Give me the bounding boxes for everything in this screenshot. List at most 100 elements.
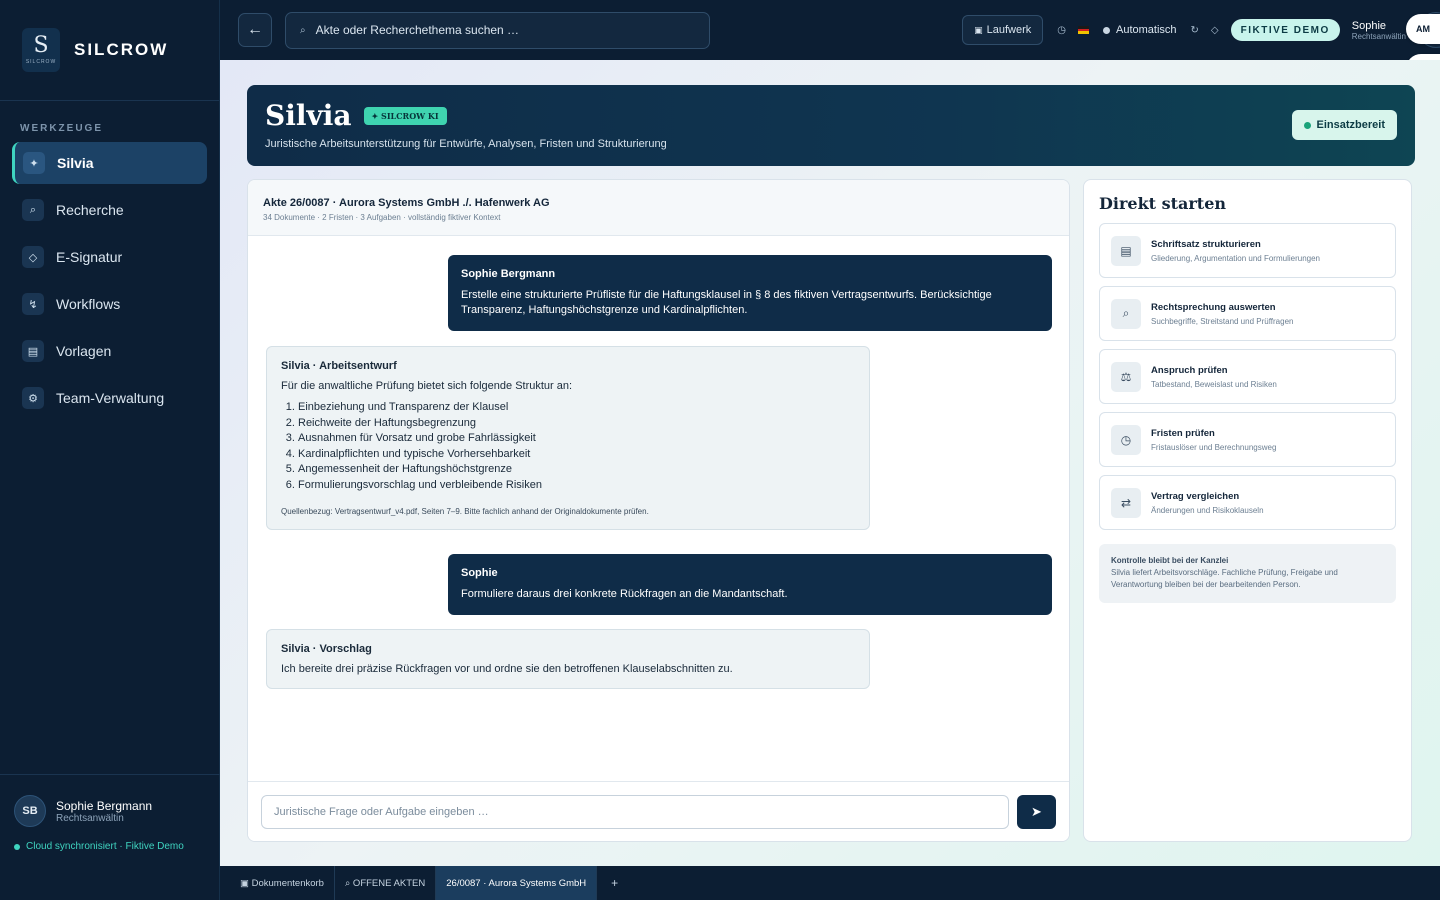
note-text: Silvia liefert Arbeitsvorschläge. Fachli… <box>1111 568 1338 589</box>
tab-case-26-0087[interactable]: 26/0087 · Aurora Systems GmbH <box>436 866 598 900</box>
case-header: Akte 26/0087 · Aurora Systems GmbH ./. H… <box>248 180 1069 236</box>
chat-message-user: Sophie Bergmann Erstelle eine strukturie… <box>448 255 1052 331</box>
message-author: Silvia · Vorschlag <box>281 643 372 655</box>
clock-icon[interactable]: ◷ <box>1057 25 1066 36</box>
logo-letter: S <box>33 33 49 58</box>
top-user[interactable]: Sophie Rechtsanwältin <box>1352 20 1406 41</box>
page-title: Silvia <box>265 99 352 132</box>
sparkle-icon: ✦ <box>23 152 45 174</box>
add-tab-button[interactable]: + <box>597 876 632 890</box>
drive-label: Laufwerk <box>986 24 1032 36</box>
top-user-name: Sophie <box>1351 19 1387 32</box>
brand-logo: S SILCROW <box>22 28 60 72</box>
brand[interactable]: S SILCROW SILCROW <box>0 0 219 101</box>
drive-button[interactable]: ▣ Laufwerk <box>962 15 1044 45</box>
quick-action-title: Rechtsprechung auswerten <box>1151 301 1276 313</box>
bottom-tab-bar: ▣ Dokumentenkorb ⌕ OFFENE AKTEN 26/0087 … <box>220 866 1440 900</box>
sidebar-item-silvia[interactable]: ✦ Silvia <box>12 142 207 184</box>
send-icon: ➤ <box>1031 804 1042 819</box>
sidebar-item-recherche[interactable]: ⌕ Recherche <box>12 189 207 231</box>
language-flag-icon[interactable] <box>1078 26 1089 35</box>
list-item: Kardinalpflichten und typische Vorherseh… <box>298 447 855 463</box>
status-badge: Einsatzbereit <box>1291 110 1397 140</box>
arrow-left-icon: ← <box>247 21 263 38</box>
quick-action-title: Schriftsatz strukturieren <box>1151 238 1261 250</box>
quick-action-rechtsprechung[interactable]: ⌕ Rechtsprechung auswerten Suchbegriffe,… <box>1099 286 1396 341</box>
drive-icon: ▣ <box>974 24 983 35</box>
quick-action-subtitle: Tatbestand, Beweislast und Risiken <box>1151 379 1277 389</box>
scales-icon: ⚖ <box>1111 361 1141 392</box>
sidebar-item-workflows[interactable]: ↯ Workflows <box>12 283 207 325</box>
list-item: Ausnahmen für Vorsatz und grobe Fahrläss… <box>298 431 855 447</box>
theme-mode-toggle[interactable]: Automatisch <box>1103 24 1177 36</box>
collaborator-badge[interactable]: AM <box>1406 14 1440 44</box>
mode-dot-icon <box>1103 26 1110 34</box>
tab-dokumentenkorb[interactable]: ▣ Dokumentenkorb <box>230 866 335 900</box>
logo-subtext: SILCROW <box>25 59 57 65</box>
quick-start-panel: Direkt starten ▤ Schriftsatz strukturier… <box>1083 179 1412 842</box>
quick-action-anspruch[interactable]: ⚖ Anspruch prüfen Tatbestand, Beweislast… <box>1099 349 1396 404</box>
status-label: Einsatzbereit <box>1316 119 1385 131</box>
user-name: Sophie Bergmann <box>56 798 153 813</box>
sidebar-item-team-verwaltung[interactable]: ⚙ Team-Verwaltung <box>12 377 207 419</box>
quick-action-title: Vertrag vergleichen <box>1151 490 1240 502</box>
topbar: ← ⌕ Akte oder Recherchethema suchen … ▣ … <box>220 0 1440 60</box>
sidebar-item-e-signatur[interactable]: ◇ E-Signatur <box>12 236 207 278</box>
refresh-icon[interactable]: ↻ <box>1191 25 1199 36</box>
sidebar-nav: ✦ Silvia ⌕ Recherche ◇ E-Signatur ↯ Work… <box>0 142 219 419</box>
message-text: Formuliere daraus drei konkrete Rückfrag… <box>461 588 788 600</box>
search-icon: ⌕ <box>1111 298 1141 329</box>
sidebar-item-label: Vorlagen <box>56 343 112 359</box>
message-text: Ich bereite drei präzise Rückfragen vor … <box>281 663 733 675</box>
sidebar-item-label: Team-Verwaltung <box>56 390 165 406</box>
clock-icon: ◷ <box>1111 424 1141 455</box>
back-button[interactable]: ← <box>238 13 272 47</box>
send-button[interactable]: ➤ <box>1017 795 1056 829</box>
sync-status: Cloud synchronisiert · Fiktive Demo <box>14 841 206 852</box>
diamond-icon[interactable]: ◇ <box>1211 25 1219 36</box>
quick-action-subtitle: Änderungen und Risikoklauseln <box>1151 505 1264 515</box>
topbar-actions: ▣ Laufwerk ◷ Automatisch ↻ ◇ FIKTIVE DEM… <box>962 0 1440 60</box>
chat-panel: Akte 26/0087 · Aurora Systems GmbH ./. H… <box>247 179 1070 842</box>
sidebar-footer: SB Sophie Bergmann Rechtsanwältin Cloud … <box>0 774 220 900</box>
gear-icon: ⚙ <box>22 387 44 409</box>
message-text: Erstelle eine strukturierte Prüfliste fü… <box>461 289 992 316</box>
message-author: Sophie <box>461 567 498 579</box>
composer: Juristische Frage oder Aufgabe eingeben … <box>248 781 1069 841</box>
checklist: Einbeziehung und Transparenz der Klausel… <box>281 400 855 493</box>
sidebar-item-label: Workflows <box>56 296 121 312</box>
demo-badge: FIKTIVE DEMO <box>1230 19 1340 41</box>
list-item: Reichweite der Haftungsbegrenzung <box>298 416 855 432</box>
quick-action-schriftsatz[interactable]: ▤ Schriftsatz strukturieren Gliederung, … <box>1099 223 1396 278</box>
quick-action-title: Fristen prüfen <box>1151 427 1215 439</box>
ki-badge: ✦ SILCROW KI <box>363 106 447 125</box>
sidebar-item-label: E-Signatur <box>56 249 123 265</box>
quick-action-vertrag[interactable]: ⇄ Vertrag vergleichen Änderungen und Ris… <box>1099 475 1396 530</box>
document-icon: ▤ <box>1111 235 1141 266</box>
quick-action-subtitle: Gliederung, Argumentation und Formulieru… <box>1151 253 1320 263</box>
user-role: Rechtsanwältin <box>56 812 124 824</box>
quick-action-fristen[interactable]: ◷ Fristen prüfen Fristauslöser und Berec… <box>1099 412 1396 467</box>
hero-banner: Silvia ✦ SILCROW KI Juristische Arbeitsu… <box>247 85 1415 166</box>
quick-action-title: Anspruch prüfen <box>1151 364 1228 376</box>
user-profile[interactable]: SB Sophie Bergmann Rechtsanwältin <box>14 795 206 827</box>
tab-offene-akten[interactable]: ⌕ OFFENE AKTEN <box>335 866 437 900</box>
section-label-tools: WERKZEUGE <box>20 123 103 134</box>
list-item: Formulierungsvorschlag und verbleibende … <box>298 478 855 494</box>
case-title: Akte 26/0087 · Aurora Systems GmbH ./. H… <box>263 197 550 209</box>
compare-icon: ⇄ <box>1111 487 1141 518</box>
message-author: Silvia · Arbeitsentwurf <box>281 360 397 372</box>
sidebar-item-label: Recherche <box>56 202 124 218</box>
sidebar-item-vorlagen[interactable]: ▤ Vorlagen <box>12 330 207 372</box>
chat-input[interactable]: Juristische Frage oder Aufgabe eingeben … <box>261 795 1009 829</box>
search-input[interactable]: ⌕ Akte oder Recherchethema suchen … <box>285 11 710 49</box>
list-item: Einbeziehung und Transparenz der Klausel <box>298 400 855 416</box>
diamond-icon: ◇ <box>22 246 44 268</box>
search-placeholder: Akte oder Recherchethema suchen … <box>315 23 520 37</box>
brand-name: SILCROW <box>74 40 169 59</box>
chat-message-assistant: Silvia · Arbeitsentwurf Für die anwaltli… <box>266 346 870 530</box>
top-user-role: Rechtsanwältin <box>1351 31 1406 41</box>
quick-action-subtitle: Suchbegriffe, Streitstand und Prüffragen <box>1151 316 1294 326</box>
chat-message-user: Sophie Formuliere daraus drei konkrete R… <box>448 554 1052 615</box>
sidebar-item-label: Silvia <box>57 155 94 171</box>
